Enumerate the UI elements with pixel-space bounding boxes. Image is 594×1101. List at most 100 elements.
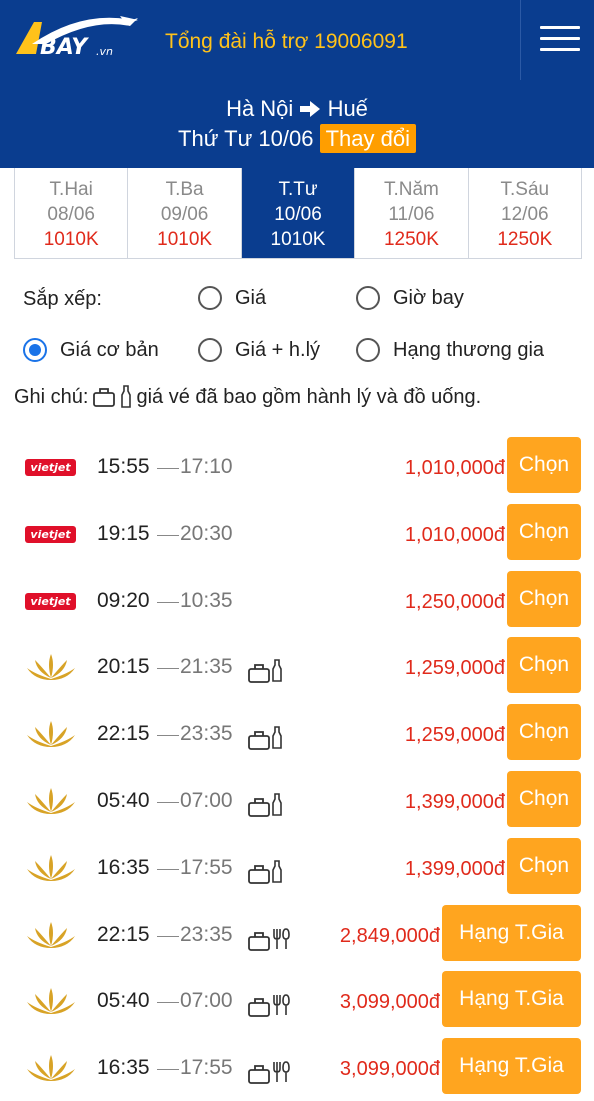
day-date: 10/06: [274, 204, 322, 225]
day-date: 11/06: [388, 204, 435, 225]
svg-text:.vn: .vn: [96, 45, 113, 58]
flight-price: 1,259,000đ: [404, 724, 505, 747]
travel-date: Thứ Tư 10/06: [178, 126, 314, 151]
meal-icon: [273, 1061, 290, 1083]
select-flight-button[interactable]: Chọn: [507, 437, 581, 493]
date-tab-active[interactable]: T.Tư 10/06 1010K: [241, 168, 356, 258]
flight-row: 16:35 17:55 1,399,000đ Chọn: [0, 837, 594, 898]
arrival-time: 23:35: [180, 722, 233, 746]
business-class-button[interactable]: Hạng T.Gia: [442, 971, 581, 1028]
luggage-icon: [248, 1065, 270, 1085]
vietjet-logo: vietjet: [25, 592, 76, 610]
time-separator: [157, 868, 179, 870]
day-price: 1250K: [497, 229, 553, 250]
departure-time: 19:15: [97, 521, 150, 545]
business-class-button[interactable]: Hạng T.Gia: [442, 904, 581, 961]
arrival-time: 20:30: [180, 521, 233, 545]
luggage-icon: [248, 731, 270, 751]
select-flight-button[interactable]: Chọn: [507, 771, 581, 827]
filter-base-price-radio[interactable]: Giá cơ bản: [23, 338, 159, 362]
radio-circle: [356, 338, 380, 362]
select-flight-button[interactable]: Chọn: [507, 503, 581, 560]
flight-price: 1,259,000đ: [404, 657, 505, 680]
luggage-icon: [248, 931, 270, 951]
departure-time: 05:40: [97, 989, 150, 1013]
radio-circle: [198, 286, 222, 310]
bottle-icon: [121, 385, 132, 408]
radio-label: Hạng thương gia: [393, 338, 545, 361]
day-name: T.Năm: [383, 179, 439, 200]
select-flight-button[interactable]: Chọn: [507, 704, 581, 761]
select-flight-button[interactable]: Chọn: [507, 637, 581, 694]
vietnam-airlines-logo: [27, 854, 75, 881]
abay-logo[interactable]: BAY .vn: [12, 14, 140, 66]
change-date-button[interactable]: Thay đổi: [319, 124, 416, 153]
arrival-time: 17:10: [180, 455, 233, 478]
origin-city: Hà Nội: [226, 96, 294, 121]
service-icons: [247, 859, 283, 884]
departure-time: 16:35: [97, 1056, 150, 1080]
note-text: giá vé đã bao gồm hành lý và đồ uống.: [136, 385, 482, 408]
luggage-icon: [93, 388, 116, 407]
time-separator: [157, 668, 179, 670]
vietnam-airlines-logo: [27, 788, 75, 814]
business-class-button[interactable]: Hạng T.Gia: [442, 1038, 581, 1095]
departure-time: 09:20: [97, 588, 150, 612]
day-price: 1010K: [157, 229, 213, 250]
vietnam-airlines-logo: [27, 1055, 75, 1082]
flight-price: 1,399,000đ: [404, 857, 505, 880]
arrival-time: 21:35: [180, 655, 233, 679]
time-separator: [157, 1002, 179, 1004]
radio-label: Giờ bay: [393, 286, 464, 309]
departure-time: 22:15: [97, 922, 150, 946]
logo-text: BAY: [40, 35, 89, 60]
sort-price-radio[interactable]: Giá: [198, 286, 266, 310]
day-price: 1010K: [270, 229, 326, 250]
day-name: T.Tư: [278, 179, 318, 200]
service-icons: [247, 726, 283, 751]
date-tab[interactable]: T.Năm 11/06 1250K: [355, 168, 469, 258]
vietnam-airlines-logo: [27, 721, 75, 748]
select-flight-button[interactable]: Chọn: [507, 837, 581, 894]
sort-time-radio[interactable]: Giờ bay: [356, 286, 464, 310]
bottle-icon: [272, 726, 282, 749]
header-divider: [520, 0, 521, 80]
date-tab[interactable]: T.Hai 08/06 1010K: [15, 168, 129, 258]
vietnam-airlines-logo: [27, 654, 75, 681]
flight-row: vietjet 19:15 20:30 1,010,000đ Chọn: [0, 503, 594, 564]
filter-business-class-radio[interactable]: Hạng thương gia: [356, 338, 544, 362]
arrival-time: 07:00: [180, 789, 233, 812]
arrival-time: 17:55: [180, 1056, 233, 1080]
route-bar: Hà Nội Huế Thứ Tư 10/06 Thay đổi: [0, 80, 594, 168]
date-tab[interactable]: T.Ba 09/06 1010K: [128, 168, 242, 258]
flight-price: 2,849,000đ: [339, 924, 440, 947]
service-icons: [247, 1060, 293, 1085]
radio-circle: [356, 286, 380, 310]
flight-row: 05:40 07:00 1,399,000đ Chọn: [0, 771, 594, 831]
hotline-text[interactable]: Tổng đài hỗ trợ 19006091: [165, 30, 408, 54]
time-separator: [157, 468, 179, 469]
hamburger-menu-icon[interactable]: [540, 26, 580, 52]
select-flight-button[interactable]: Chọn: [507, 570, 581, 627]
departure-time: 15:55: [97, 455, 150, 478]
day-name: T.Ba: [165, 179, 204, 200]
flight-price: 1,250,000đ: [404, 590, 505, 613]
sort-label: Sắp xếp:: [23, 288, 102, 310]
meal-icon: [273, 927, 290, 949]
time-separator: [157, 735, 179, 737]
date-tabs: T.Hai 08/06 1010K T.Ba 09/06 1010K T.Tư …: [14, 168, 582, 259]
time-separator: [157, 1069, 179, 1071]
flight-row: 22:15 23:35 2,849,000đ Hạng T.Gia: [0, 904, 594, 965]
flight-price: 1,010,000đ: [404, 523, 505, 546]
service-icons: [247, 793, 283, 817]
filter-price-luggage-radio[interactable]: Giá + h.lý: [198, 338, 320, 362]
day-price: 1010K: [43, 229, 99, 250]
radio-label: Giá: [235, 286, 267, 309]
time-separator: [157, 534, 179, 536]
flight-row: 16:35 17:55 3,099,000đ Hạng T.Gia: [0, 1038, 594, 1098]
meal-icon: [273, 994, 290, 1016]
day-date: 12/06: [501, 204, 549, 225]
day-price: 1250K: [383, 229, 439, 250]
flight-price: 3,099,000đ: [339, 991, 440, 1014]
date-tab[interactable]: T.Sáu 12/06 1250K: [468, 168, 582, 258]
